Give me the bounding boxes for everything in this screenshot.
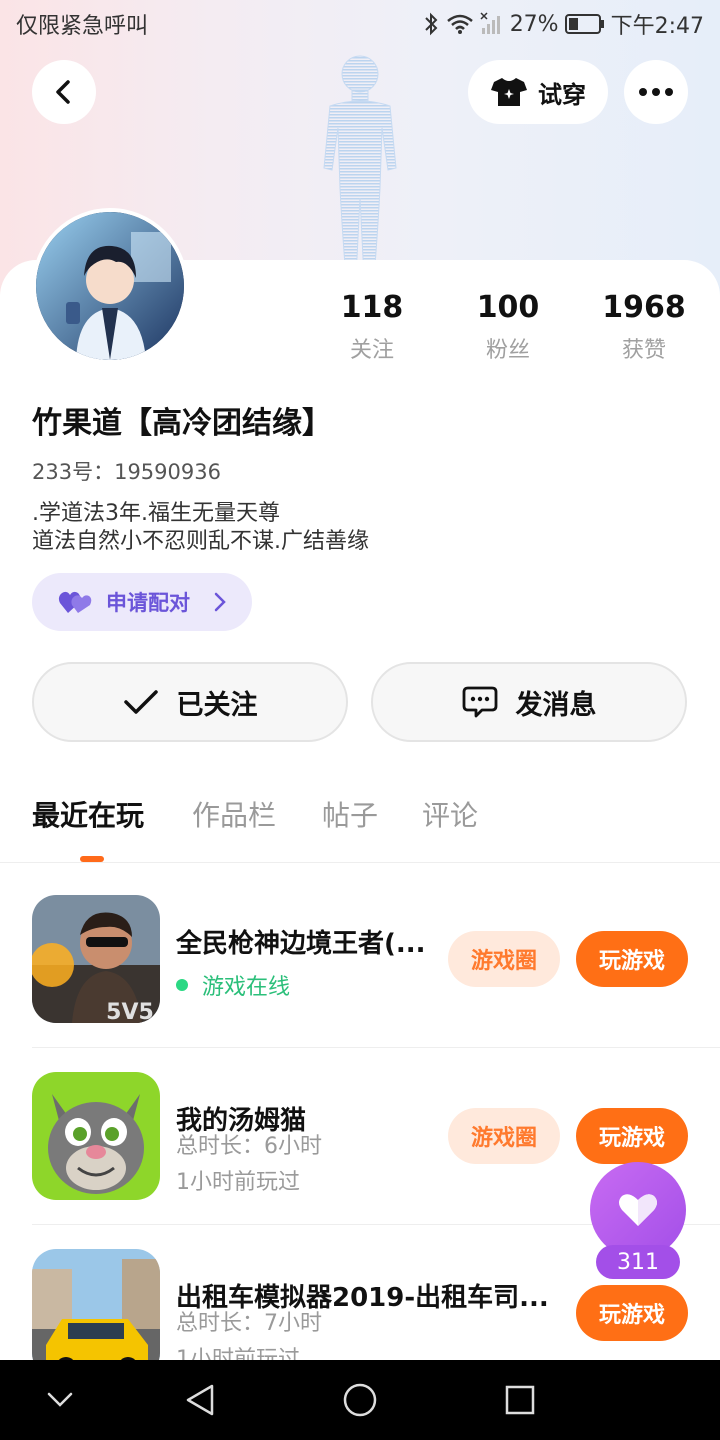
stat-following[interactable]: 118 关注 [304,290,440,364]
stat-label: 关注 [349,338,394,363]
stat-label: 粉丝 [485,338,530,363]
profile-bio: .学道法3年.福生无量天尊 道法自然小不忍则乱不谋.广结善缘 [32,500,369,556]
play-game-button[interactable]: 玩游戏 [576,931,688,987]
profile-name: 竹果道【高冷团结缘】 [32,406,332,441]
game-icon[interactable] [32,1249,160,1360]
play-game-button[interactable]: 玩游戏 [576,1108,688,1164]
tab-works[interactable]: 作品栏 [192,794,276,834]
request-pair-label: 申请配对 [106,591,190,615]
heart-icon [619,1194,657,1226]
tab-comments[interactable]: 评论 [422,794,478,834]
request-pair-button[interactable]: 申请配对 [32,573,252,631]
tab-recently-played[interactable]: 最近在玩 [32,794,144,834]
tab-posts[interactable]: 帖子 [322,794,378,834]
game-list-item[interactable]: 5V5 全民枪神边境王者(... 游戏在线 游戏圈 玩游戏 [0,895,720,1071]
game-icon[interactable] [32,1072,160,1200]
profile-tabs: 最近在玩 作品栏 帖子 评论 [0,794,720,862]
bluetooth-icon [422,12,440,36]
bio-line: 道法自然小不忍则乱不谋.广结善缘 [32,529,369,554]
like-button[interactable] [590,1162,686,1258]
stat-value: 100 [476,290,540,325]
like-count: 311 [596,1245,680,1279]
avatar[interactable] [32,208,188,364]
signal-icon [480,12,504,36]
triangle-back-icon [186,1384,214,1416]
play-game-button[interactable]: 玩游戏 [576,1285,688,1341]
nav-home-button[interactable] [340,1380,380,1420]
battery-percent: 27% [509,11,559,37]
try-on-button[interactable]: 试穿 [468,60,608,124]
online-status-label: 游戏在线 [202,975,291,1000]
tshirt-icon [491,78,527,106]
stat-label: 获赞 [621,338,666,363]
send-message-label: 发消息 [515,689,597,721]
game-circle-button[interactable]: 游戏圈 [448,931,560,987]
battery-icon [564,13,605,35]
try-on-label: 试穿 [538,80,586,109]
chevron-right-icon [214,592,226,612]
svg-text:5V5: 5V5 [106,1000,154,1023]
double-heart-icon [58,591,92,613]
divider [32,1047,720,1048]
stat-followers[interactable]: 100 粉丝 [440,290,576,364]
game-icon[interactable]: 5V5 [32,895,160,1023]
online-dot-icon [176,979,188,991]
back-button[interactable] [32,60,96,124]
game-circle-button[interactable]: 游戏圈 [448,1108,560,1164]
circle-home-icon [343,1383,377,1417]
nav-back-button[interactable] [180,1380,220,1420]
game-title: 全民枪神边境王者(... [176,929,426,959]
system-nav-bar [0,1360,720,1440]
send-message-button[interactable]: 发消息 [371,662,687,742]
following-label: 已关注 [176,689,258,721]
chevron-left-icon [56,80,70,104]
last-played: 1小时前玩过 [176,1347,300,1360]
nav-recents-button[interactable] [500,1380,540,1420]
divider [0,862,720,863]
chevron-down-icon [47,1392,73,1407]
check-icon [123,690,158,714]
user-id: 233号：19590936 [32,460,221,484]
play-duration: 总时长：7小时 [176,1311,322,1336]
3d-avatar-figure [323,55,397,278]
wifi-icon [446,13,474,35]
online-status: 游戏在线 [176,969,290,1001]
bio-line: .学道法3年.福生无量天尊 [32,501,280,526]
stat-likes[interactable]: 1968 获赞 [576,290,712,364]
more-button[interactable] [624,60,688,124]
clock-text: 下午2:47 [610,14,704,39]
nav-collapse-button[interactable] [40,1380,80,1420]
following-button[interactable]: 已关注 [32,662,348,742]
status-bar: 仅限紧急呼叫 27% 下午2:47 [0,0,720,48]
square-recents-icon [505,1385,535,1415]
stat-value: 1968 [602,290,686,325]
profile-stats: 118 关注 100 粉丝 1968 获赞 [300,290,720,370]
stat-value: 118 [340,290,404,325]
play-duration: 总时长：6小时 [176,1134,322,1159]
chat-bubble-icon [462,686,497,718]
last-played: 1小时前玩过 [176,1170,300,1195]
more-dots-icon [639,88,673,96]
carrier-text: 仅限紧急呼叫 [16,14,149,39]
